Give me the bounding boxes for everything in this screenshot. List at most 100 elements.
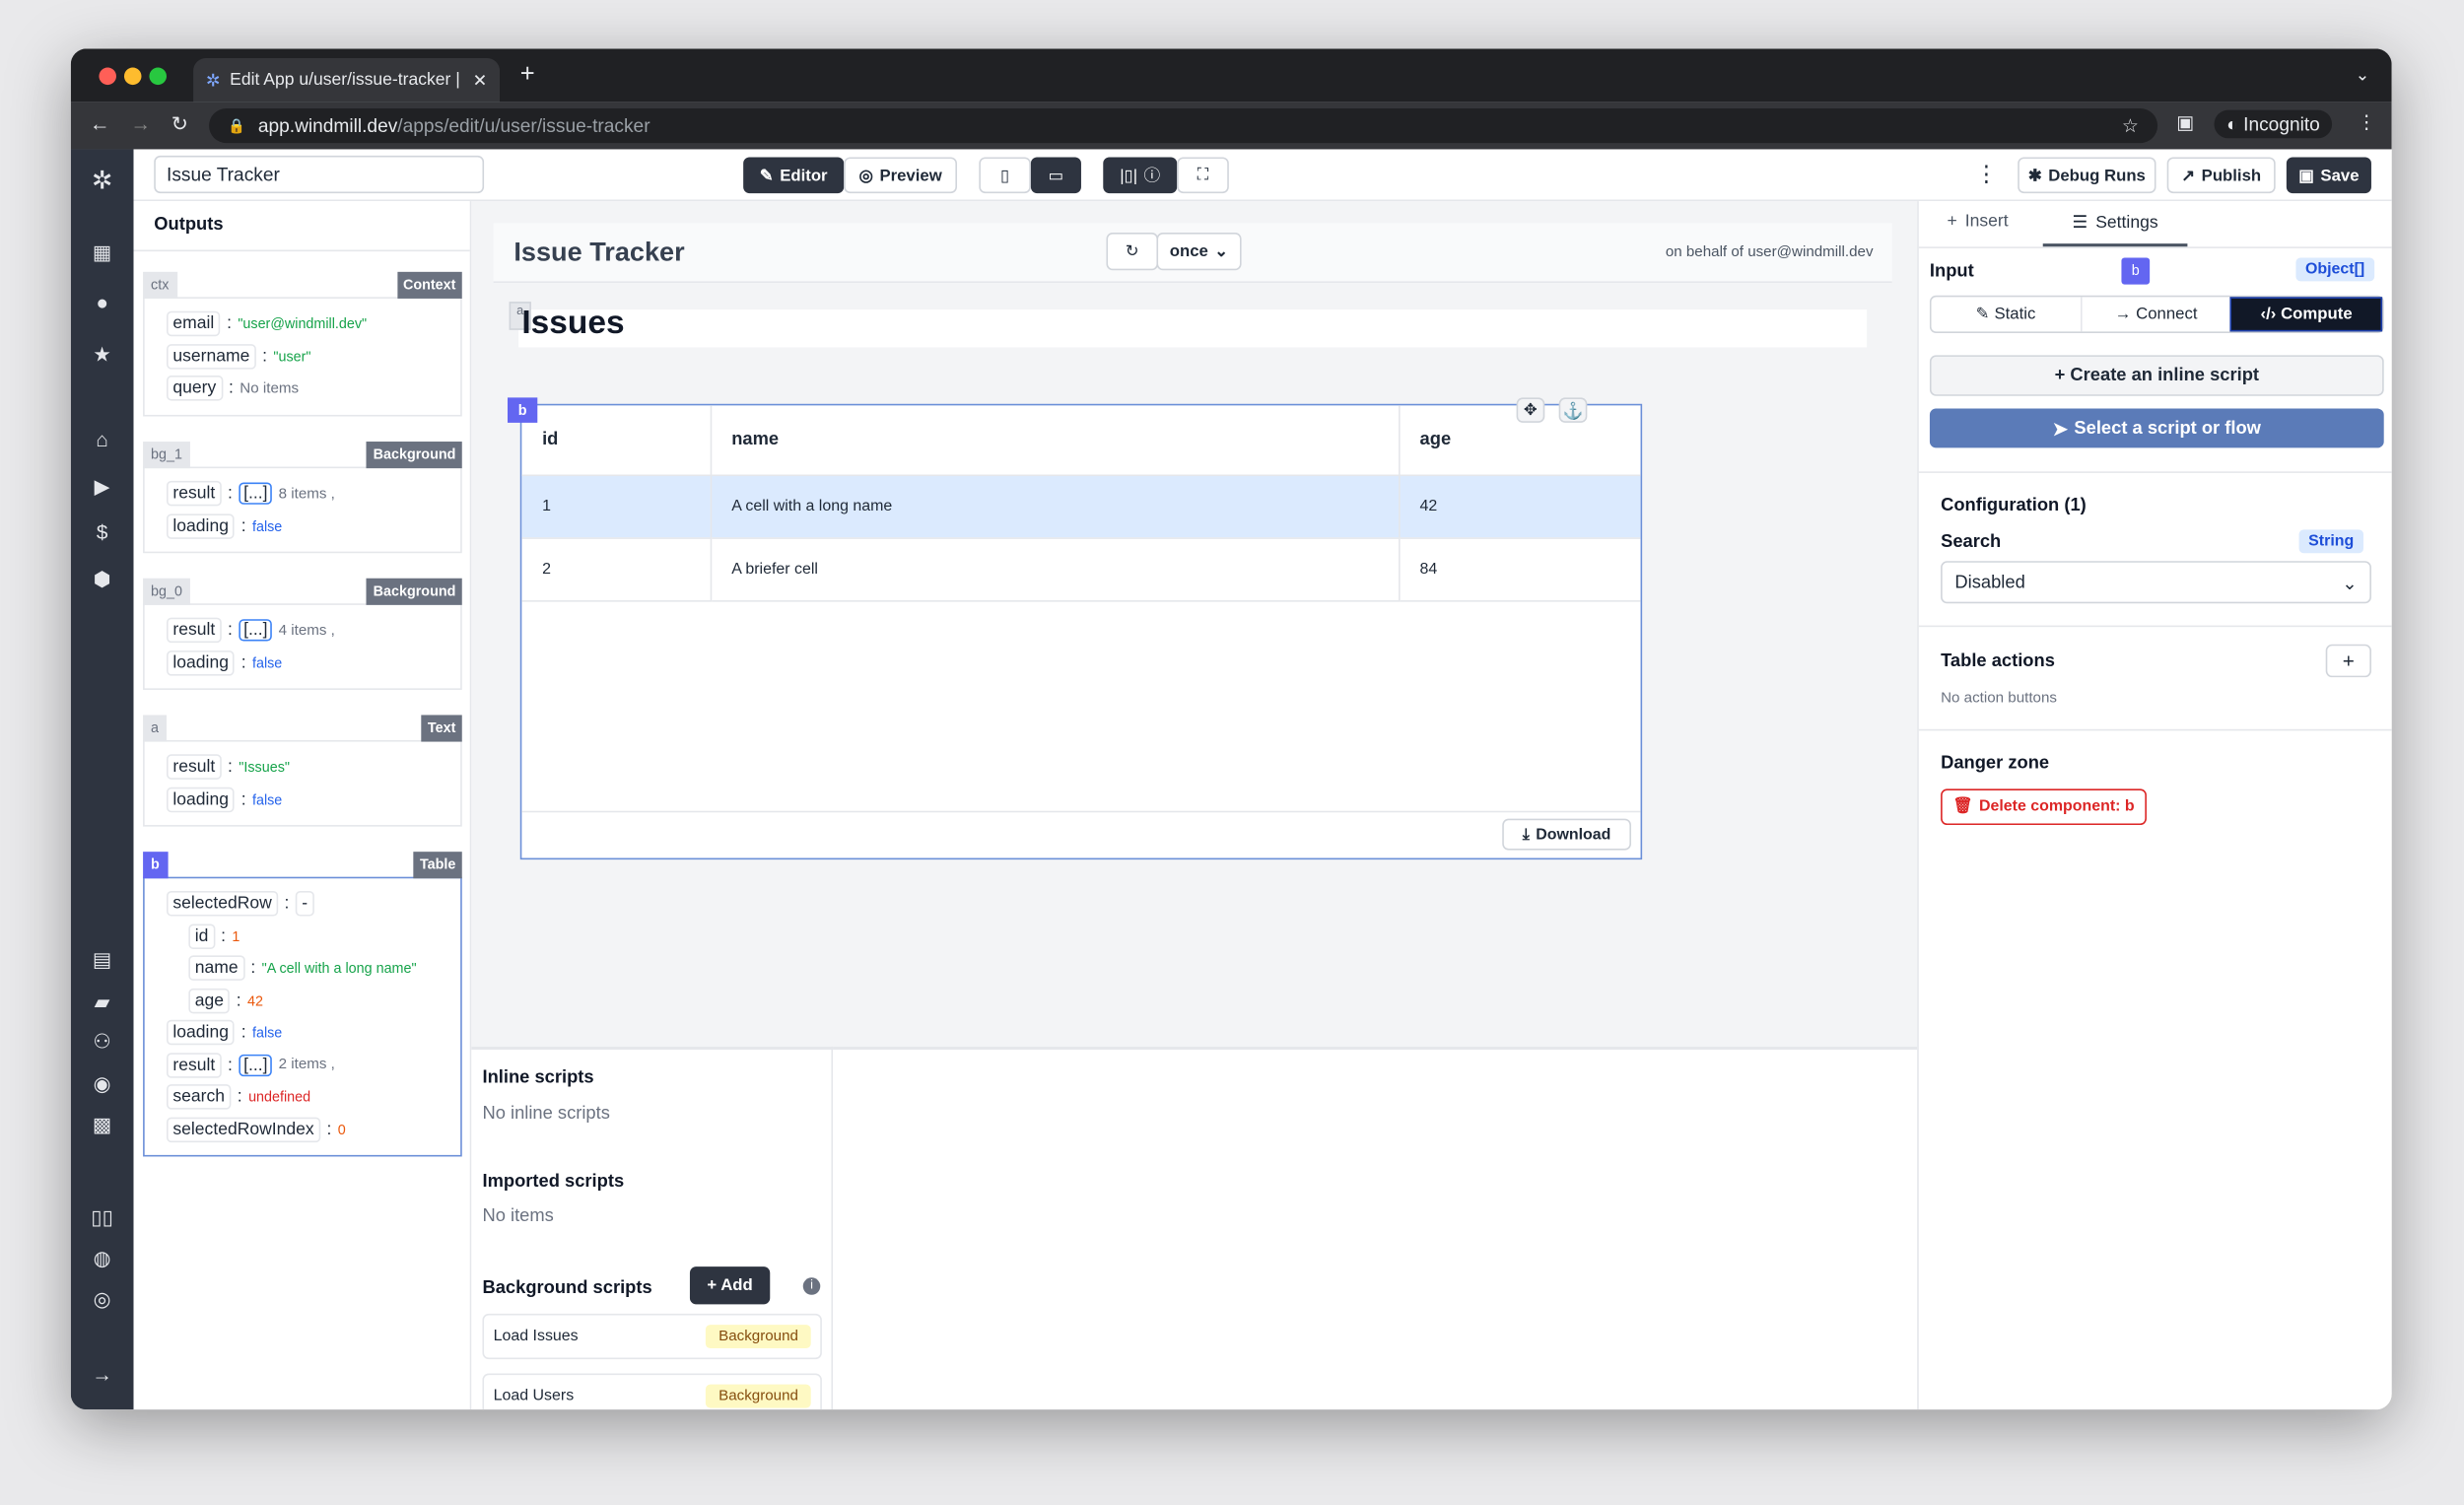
- field-key[interactable]: username: [167, 343, 256, 369]
- add-action-button[interactable]: +: [2325, 644, 2371, 678]
- static-mode-button[interactable]: ✎ Static: [1932, 297, 2083, 332]
- mobile-view-button[interactable]: ▯: [979, 157, 1031, 194]
- field-key[interactable]: name: [188, 955, 244, 981]
- table-cell: 2: [521, 537, 711, 601]
- back-icon[interactable]: ←: [90, 111, 110, 135]
- github-icon[interactable]: ◎: [71, 1287, 134, 1313]
- more-options-icon[interactable]: ⋮: [1975, 161, 1997, 187]
- save-button[interactable]: ▣ Save: [2286, 157, 2371, 194]
- output-component-ctx[interactable]: ctx Context email: "user@windmill.dev" usern…: [143, 271, 462, 416]
- apps-icon[interactable]: ▦: [71, 240, 134, 266]
- play-icon[interactable]: ▶: [71, 475, 134, 501]
- field-key[interactable]: query: [167, 376, 223, 401]
- add-background-script-button[interactable]: + Add: [689, 1266, 771, 1305]
- info-icon[interactable]: i: [802, 1277, 821, 1295]
- new-tab-button[interactable]: +: [520, 61, 535, 90]
- output-field: result: "Issues": [167, 754, 290, 780]
- star-icon[interactable]: ★: [71, 343, 134, 369]
- move-icon[interactable]: ✥: [1516, 397, 1545, 423]
- field-key[interactable]: id: [188, 923, 215, 949]
- field-key[interactable]: loading: [167, 786, 236, 812]
- settings-panel: + Insert ☰ Settings Input b Object[] ✎ Stat…: [1917, 201, 2392, 1410]
- field-key[interactable]: loading: [167, 650, 236, 675]
- table-row[interactable]: 2A briefer cell 84: [521, 537, 1641, 601]
- download-button[interactable]: ⤓ Download: [1502, 818, 1631, 851]
- field-key[interactable]: selectedRow: [167, 891, 279, 917]
- bot-icon[interactable]: ▩: [71, 1113, 134, 1138]
- field-value[interactable]: [...]: [239, 1054, 273, 1076]
- calendar-icon[interactable]: ▤: [71, 947, 134, 973]
- groups-icon[interactable]: ⚇: [71, 1029, 134, 1055]
- folder-icon[interactable]: ▰: [71, 990, 134, 1015]
- text-component[interactable]: a Issues: [509, 302, 1868, 348]
- output-component-b[interactable]: b Table selectedRow: - id:1 name: "A cell with…: [143, 852, 462, 1157]
- output-component-a[interactable]: a Text result: "Issues" loading: false: [143, 715, 462, 827]
- tab-list-chevron-icon[interactable]: ⌄: [2356, 64, 2370, 85]
- field-key[interactable]: result: [167, 754, 222, 780]
- output-component-bg_1[interactable]: bg_1 Background result: [...] 8 items , loadi…: [143, 442, 462, 554]
- discord-icon[interactable]: ◍: [71, 1246, 134, 1271]
- field-key[interactable]: result: [167, 1052, 222, 1077]
- url-input[interactable]: 🔒 app.windmill.dev/apps/edit/u/user/issue…: [209, 108, 2158, 144]
- column-header-id[interactable]: id: [521, 405, 711, 476]
- anchor-icon[interactable]: ⚓: [1558, 397, 1588, 423]
- debug-runs-button[interactable]: ✱ Debug Runs: [2018, 157, 2156, 194]
- tab-insert[interactable]: + Insert: [1947, 212, 2008, 231]
- field-key[interactable]: result: [167, 617, 222, 644]
- refresh-button[interactable]: ↻: [1106, 232, 1159, 271]
- field-key[interactable]: selectedRowIndex: [167, 1116, 321, 1142]
- refresh-interval-select[interactable]: once ⌄: [1156, 232, 1242, 271]
- maximize-window-button[interactable]: [149, 67, 168, 86]
- book-icon[interactable]: ▯▯: [71, 1205, 134, 1231]
- delete-component-button[interactable]: 🗑 Delete component: b: [1941, 788, 2147, 826]
- forward-icon[interactable]: →: [130, 111, 151, 135]
- background-script-item[interactable]: Load Issues Background: [482, 1313, 822, 1360]
- minimize-window-button[interactable]: [123, 67, 142, 86]
- windmill-logo-icon[interactable]: ✲: [71, 165, 134, 196]
- create-inline-script-button[interactable]: + Create an inline script: [1929, 355, 2384, 396]
- tab-settings[interactable]: ☰ Settings: [2042, 201, 2188, 247]
- desktop-view-button[interactable]: ▭: [1030, 157, 1081, 194]
- close-window-button[interactable]: [99, 67, 116, 86]
- field-key[interactable]: result: [167, 480, 222, 507]
- background-tag: Background: [706, 1325, 811, 1348]
- browser-tab[interactable]: ✲ Edit App u/user/issue-tracker | ✕: [193, 57, 501, 103]
- search-select[interactable]: Disabled ⌄: [1941, 561, 2371, 604]
- profile-button[interactable]: ◐ Incognito: [2214, 109, 2333, 139]
- background-script-item[interactable]: Load Users Background: [482, 1373, 822, 1410]
- app-name-input[interactable]: Issue Tracker: [154, 155, 485, 194]
- reload-icon[interactable]: ↻: [171, 111, 188, 137]
- field-key[interactable]: age: [188, 988, 231, 1013]
- select-script-button[interactable]: ➤ Select a script or flow: [1929, 408, 2384, 448]
- expand-arrow-icon[interactable]: →: [71, 1362, 134, 1386]
- field-key[interactable]: loading: [167, 513, 236, 539]
- fullscreen-button[interactable]: ⛶: [1177, 157, 1229, 194]
- search-type-badge: String: [2298, 529, 2363, 554]
- table-row[interactable]: 1A cell with a long name 42: [521, 474, 1641, 539]
- close-tab-icon[interactable]: ✕: [473, 70, 488, 91]
- grid-info-button[interactable]: |▯| ⓘ: [1103, 157, 1178, 194]
- eye-icon[interactable]: ◉: [71, 1071, 134, 1097]
- compute-mode-button[interactable]: ‹/› Compute: [2230, 297, 2383, 332]
- output-component-bg_0[interactable]: bg_0 Background result: [...] 4 items , loadi…: [143, 578, 462, 690]
- column-header-name[interactable]: name: [709, 405, 1400, 476]
- star-icon[interactable]: ☆: [2122, 114, 2139, 136]
- boxes-icon[interactable]: ⬢: [71, 568, 134, 593]
- sidepanel-icon[interactable]: ▣: [2176, 111, 2194, 133]
- connect-mode-button[interactable]: → Connect: [2082, 297, 2230, 331]
- address-bar: ← → ↻ 🔒 app.windmill.dev/apps/edit/u/user…: [70, 102, 2392, 150]
- home-icon[interactable]: ⌂: [71, 428, 134, 451]
- field-value[interactable]: [...]: [239, 482, 273, 505]
- user-icon[interactable]: ●: [71, 291, 134, 314]
- table-component[interactable]: b ✥ ⚓ id name age 1 A cell with a long name 4…: [507, 397, 1643, 860]
- field-key[interactable]: loading: [167, 1019, 236, 1046]
- preview-button[interactable]: ◎ Preview: [844, 157, 957, 194]
- field-key[interactable]: search: [167, 1084, 232, 1110]
- publish-button[interactable]: ↗ Publish: [2166, 157, 2276, 194]
- field-key[interactable]: email: [167, 310, 221, 337]
- editor-button[interactable]: ✎ Editor: [743, 157, 845, 194]
- menu-icon[interactable]: ⋮: [2358, 111, 2376, 133]
- field-value[interactable]: [...]: [239, 619, 273, 642]
- dollar-icon[interactable]: $: [71, 520, 134, 544]
- field-value[interactable]: -: [295, 891, 314, 917]
